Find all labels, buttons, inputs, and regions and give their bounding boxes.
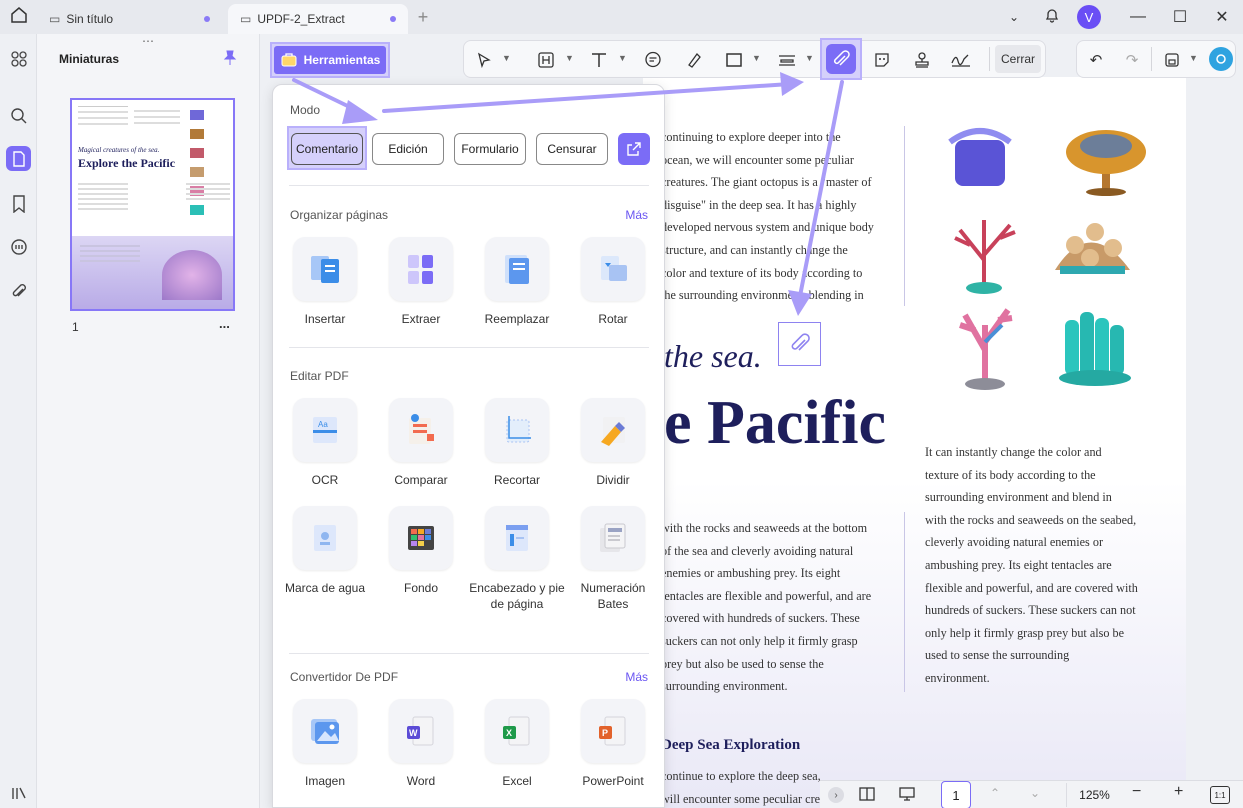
next-page-icon[interactable]: ⌄: [1030, 786, 1040, 800]
arrow-to-attachment-tool: [382, 72, 804, 113]
arrow-herramientas-to-comentario: [292, 78, 378, 124]
prev-page-icon[interactable]: ⌃: [990, 786, 1000, 800]
tutorial-arrows: [292, 72, 844, 316]
fit-page-button[interactable]: 1:1: [1210, 786, 1230, 804]
bottom-bar: › 1 ⌃ ⌄ 125% − + 1:1: [820, 780, 1243, 808]
zoom-in-icon[interactable]: +: [1174, 783, 1183, 801]
page-view-icon[interactable]: [858, 785, 878, 805]
page-number-input[interactable]: 1: [941, 781, 971, 808]
zoom-field[interactable]: 125%: [1066, 783, 1122, 807]
presentation-icon[interactable]: [898, 785, 918, 805]
collapse-button[interactable]: ›: [828, 787, 844, 803]
zoom-out-icon[interactable]: −: [1132, 783, 1141, 801]
arrow-attachment-to-page: [788, 80, 844, 316]
